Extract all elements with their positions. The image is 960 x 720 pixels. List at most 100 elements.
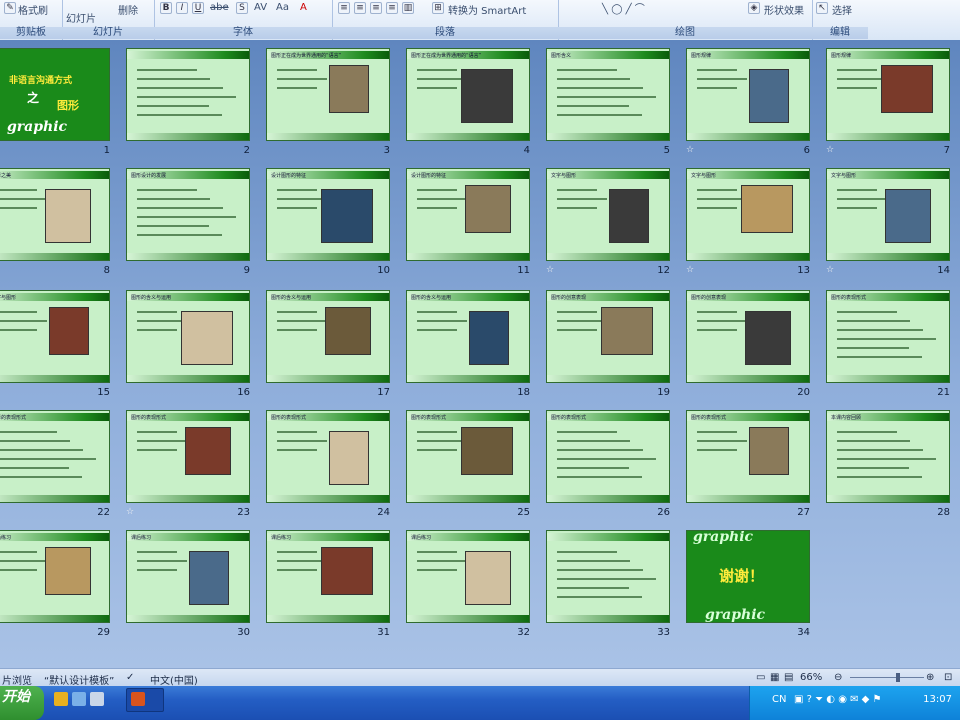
sorter-view-icon[interactable]: ▦ xyxy=(770,672,779,683)
slide-thumbnail[interactable] xyxy=(546,530,670,623)
system-tray: CN ▣ ? ⏷ ◐ ◉ ✉ ◆ ⚑ 13:07 xyxy=(749,686,960,720)
animation-star-icon[interactable]: ☆ xyxy=(826,145,834,155)
slide-thumbnail[interactable]: 图形规律 xyxy=(826,48,950,141)
char-spacing-button[interactable]: AV xyxy=(254,2,267,13)
slide-thumbnail[interactable]: 图形的表现形式 xyxy=(406,410,530,503)
italic-button[interactable]: I xyxy=(176,2,188,14)
columns-icon[interactable]: ▥ xyxy=(402,2,414,14)
slide-thumbnail[interactable]: 图形的表现形式 xyxy=(686,410,810,503)
ime-indicator[interactable]: CN xyxy=(772,694,786,705)
slide-picture xyxy=(185,427,231,475)
slide-thumbnail[interactable]: 图形的表现形式 xyxy=(826,290,950,383)
slide-thumbnail[interactable]: 图形的含义与运用 xyxy=(406,290,530,383)
slide-thumbnail[interactable]: 课后练习 xyxy=(0,530,110,623)
strikethrough-button[interactable]: abe xyxy=(210,2,229,13)
slide-thumbnail[interactable]: 图形含义 xyxy=(546,48,670,141)
slide-thumbnail[interactable]: 图形的表现形式 xyxy=(126,410,250,503)
taskbar-task-powerpoint[interactable] xyxy=(126,688,164,712)
slide-thumbnail[interactable]: 图形的含义与运用 xyxy=(126,290,250,383)
slide-thumbnail[interactable]: 文字与图形 xyxy=(686,168,810,261)
slide-header-band xyxy=(0,171,109,179)
zoom-in-icon[interactable]: ⊕ xyxy=(926,672,934,683)
slide-picture xyxy=(465,551,511,605)
slide-thumbnail[interactable]: 课后练习 xyxy=(126,530,250,623)
align-right-icon[interactable]: ≡ xyxy=(370,2,382,14)
start-button[interactable]: 开始 xyxy=(0,686,44,720)
slide-thumbnail[interactable]: 图形规律 xyxy=(686,48,810,141)
shape-effects-button[interactable]: 形状效果 xyxy=(764,2,804,17)
zoom-level[interactable]: 66% xyxy=(800,672,822,683)
animation-star-icon[interactable]: ☆ xyxy=(546,265,554,275)
justify-icon[interactable]: ≡ xyxy=(386,2,398,14)
slide-thumbnail[interactable]: 文字与图形 xyxy=(0,290,110,383)
explorer-icon[interactable] xyxy=(72,692,86,706)
tray-icons[interactable]: ▣ ? ⏷ ◐ ◉ ✉ ◆ ⚑ xyxy=(794,694,882,705)
zoom-out-icon[interactable]: ⊖ xyxy=(834,672,842,683)
align-center-icon[interactable]: ≡ xyxy=(354,2,366,14)
language-label[interactable]: 中文(中国) xyxy=(150,672,198,687)
smartart-icon[interactable]: ⊞ xyxy=(432,2,444,14)
format-painter-label[interactable]: 格式刷 xyxy=(18,2,48,17)
format-painter-icon[interactable]: ✎ xyxy=(4,2,16,14)
shadow-button[interactable]: S xyxy=(236,2,248,14)
slide-footer-band xyxy=(407,495,529,502)
slide-thumbnail[interactable]: 图形的创意表现 xyxy=(546,290,670,383)
slide-text-line xyxy=(697,87,737,89)
shapes-gallery[interactable]: ╲ ◯ ╱ ⌒ xyxy=(602,0,645,15)
slide-number: 7 xyxy=(943,145,950,156)
slide-text-line xyxy=(417,440,467,442)
slide-text-line xyxy=(137,96,236,98)
fit-window-icon[interactable]: ⊡ xyxy=(944,672,952,683)
slide-thumbnail[interactable]: 图形设计的发展 xyxy=(126,168,250,261)
slide-text-line xyxy=(277,69,317,71)
slide-thumbnail[interactable] xyxy=(126,48,250,141)
animation-star-icon[interactable]: ☆ xyxy=(686,265,694,275)
change-case-button[interactable]: Aa xyxy=(276,2,289,13)
font-color-button[interactable]: A xyxy=(300,2,307,13)
animation-star-icon[interactable]: ☆ xyxy=(826,265,834,275)
slide-title: 图形的表现形式 xyxy=(271,415,307,421)
slide-text-line xyxy=(277,78,327,80)
ie-icon[interactable] xyxy=(54,692,68,706)
spellcheck-icon[interactable]: ✓ xyxy=(126,672,134,683)
zoom-slider[interactable] xyxy=(850,677,924,678)
animation-star-icon[interactable]: ☆ xyxy=(126,507,134,517)
slide-thumbnail[interactable]: 设计图形的特征 xyxy=(266,168,390,261)
slide-thumbnail[interactable]: 图形正在成为世界通用的“语言” xyxy=(406,48,530,141)
slide-thumbnail[interactable]: 图形的创意表现 xyxy=(686,290,810,383)
select-icon[interactable]: ↖ xyxy=(816,2,828,14)
slide-thumbnail[interactable]: 图形的表现形式 xyxy=(0,410,110,503)
slide-thumbnail[interactable]: 图形的表现形式 xyxy=(266,410,390,503)
slide-text-line xyxy=(557,198,607,200)
slide-thumbnail[interactable]: 本课内容回顾 xyxy=(826,410,950,503)
slide-text-line xyxy=(0,440,70,442)
underline-button[interactable]: U xyxy=(192,2,204,14)
slide-thumbnail[interactable]: 课后练习 xyxy=(266,530,390,623)
slide-text-line xyxy=(277,551,317,553)
slide-thumbnail[interactable]: 图形之美 xyxy=(0,168,110,261)
slide-picture xyxy=(321,547,373,595)
select-button[interactable]: 选择 xyxy=(832,2,852,17)
slide-sorter[interactable]: 非语言沟通方式之图形 graphic 1 2 图形正在成为世界通用的“语言” 3 图形正在成… xyxy=(0,40,960,668)
delete-slide-button[interactable]: 删除 xyxy=(118,2,138,17)
normal-view-icon[interactable]: ▭ xyxy=(756,672,765,683)
convert-smartart-button[interactable]: 转换为 SmartArt xyxy=(448,2,526,17)
slideshow-view-icon[interactable]: ▤ xyxy=(784,672,793,683)
zoom-thumb[interactable] xyxy=(896,673,900,682)
animation-star-icon[interactable]: ☆ xyxy=(686,145,694,155)
slide-thumbnail[interactable]: 图形的表现形式 xyxy=(546,410,670,503)
slide-thumbnail[interactable]: 文字与图形 xyxy=(546,168,670,261)
slide-thumbnail[interactable]: graphic 谢谢！ graphic xyxy=(686,530,810,623)
slide-thumbnail[interactable]: 非语言沟通方式之图形 graphic xyxy=(0,48,110,141)
desktop-icon[interactable] xyxy=(90,692,104,706)
slide-thumbnail[interactable]: 图形的含义与运用 xyxy=(266,290,390,383)
new-slide-button[interactable]: 幻灯片 xyxy=(66,10,96,25)
slide-thumbnail[interactable]: 图形正在成为世界通用的“语言” xyxy=(266,48,390,141)
bold-button[interactable]: B xyxy=(160,2,172,14)
slide-picture xyxy=(49,307,89,355)
slide-thumbnail[interactable]: 文字与图形 xyxy=(826,168,950,261)
shape-effects-icon[interactable]: ◈ xyxy=(748,2,760,14)
slide-thumbnail[interactable]: 设计图形的特征 xyxy=(406,168,530,261)
align-left-icon[interactable]: ≡ xyxy=(338,2,350,14)
slide-thumbnail[interactable]: 课后练习 xyxy=(406,530,530,623)
